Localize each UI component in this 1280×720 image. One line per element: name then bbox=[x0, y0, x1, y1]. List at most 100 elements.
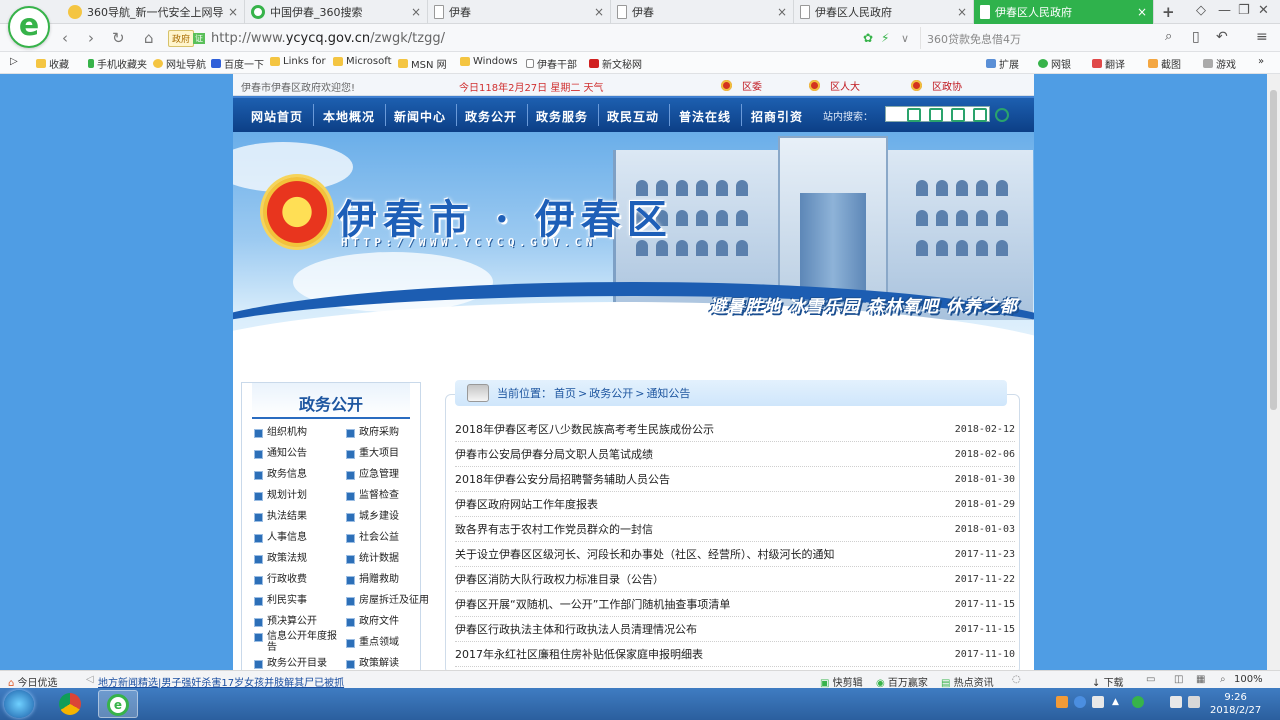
news-row[interactable]: 2018年伊春公安分局招聘警务辅助人员公告 2018-01-30 bbox=[455, 467, 1015, 492]
sidebar-item[interactable]: 监督检查 bbox=[346, 490, 399, 501]
sidebar-item[interactable]: 社会公益 bbox=[346, 532, 399, 543]
window-icon[interactable]: ▭ bbox=[1146, 674, 1155, 685]
menu-gov-affairs[interactable]: 政务公开 bbox=[465, 108, 517, 125]
bookmark-icon[interactable]: ▯ bbox=[1192, 29, 1200, 45]
million-winner[interactable]: ◉ 百万赢家 bbox=[876, 674, 928, 689]
layout-icon[interactable]: ▦ bbox=[1196, 674, 1205, 685]
tab-360-search[interactable]: 中国伊春_360搜索 × bbox=[245, 0, 428, 24]
sidebar-item[interactable]: 政务信息 bbox=[254, 469, 307, 480]
close-window-icon[interactable]: ✕ bbox=[1258, 3, 1269, 18]
sidebar-item[interactable]: 重大项目 bbox=[346, 448, 399, 459]
news-row[interactable]: 2017年永红社区廉租住房补贴低保家庭申报明细表 2017-11-10 bbox=[455, 642, 1015, 667]
browser-logo-icon[interactable]: e bbox=[8, 6, 50, 48]
tray-app-icon[interactable] bbox=[1056, 696, 1068, 708]
fav-extension[interactable]: 扩展 bbox=[986, 56, 1019, 71]
sidebar-item[interactable]: 预决算公开 bbox=[254, 616, 317, 627]
search-icon[interactable]: ⌕ bbox=[1165, 29, 1172, 44]
taskbar-chrome-icon[interactable] bbox=[50, 690, 90, 718]
tray-volume-icon[interactable] bbox=[1188, 696, 1200, 708]
forward-icon[interactable]: › bbox=[88, 29, 94, 47]
fav-microsoft[interactable]: Microsoft bbox=[333, 56, 392, 67]
reader-icon[interactable] bbox=[907, 108, 921, 122]
news-row[interactable]: 伊春市公安局伊春分局文职人员笔试成绩 2018-02-06 bbox=[455, 442, 1015, 467]
fav-bank[interactable]: 网银 bbox=[1038, 56, 1071, 71]
sidebar-item[interactable]: 政策解读 bbox=[346, 658, 399, 669]
menu-law[interactable]: 普法在线 bbox=[679, 108, 731, 125]
sidebar-item[interactable]: 政策法规 bbox=[254, 553, 307, 564]
more-icon[interactable]: » bbox=[1258, 56, 1264, 67]
tray-flag-icon[interactable] bbox=[1170, 696, 1182, 708]
collapse-icon[interactable]: ▷ bbox=[10, 56, 18, 67]
fav-translate[interactable]: 翻译 bbox=[1092, 56, 1125, 71]
news-row[interactable]: 伊春区开展“双随机、一公开”工作部门随机抽查事项清单 2017-11-15 bbox=[455, 592, 1015, 617]
fullscreen-icon[interactable] bbox=[929, 108, 943, 122]
save-icon[interactable] bbox=[951, 108, 965, 122]
skin-icon[interactable]: ◇ bbox=[1196, 3, 1206, 18]
tab-yichun-1[interactable]: 伊春 × bbox=[428, 0, 611, 24]
new-tab-button[interactable]: + bbox=[1162, 3, 1175, 21]
news-row[interactable]: 伊春区政府网站工作年度报表 2018-01-29 bbox=[455, 492, 1015, 517]
sidebar-item[interactable]: 通知公告 bbox=[254, 448, 307, 459]
breadcrumb-notices[interactable]: 通知公告 bbox=[646, 385, 690, 401]
download-button[interactable]: ↓ 下载 bbox=[1092, 674, 1124, 689]
news-row[interactable]: 关于设立伊春区区级河长、河段长和办事处（社区、经营所）、村级河长的通知 2017-… bbox=[455, 542, 1015, 567]
refresh-icon[interactable]: ↻ bbox=[112, 29, 125, 47]
minimize-icon[interactable]: — bbox=[1218, 3, 1231, 18]
sidebar-item[interactable]: 城乡建设 bbox=[346, 511, 399, 522]
sidebar-item[interactable]: 政务公开目录 bbox=[254, 658, 327, 669]
sidebar-item[interactable]: 利民实事 bbox=[254, 595, 307, 606]
settings-icon[interactable] bbox=[995, 108, 1009, 122]
dropdown-icon[interactable]: ∨ bbox=[901, 32, 909, 45]
home-icon[interactable]: ⌂ bbox=[144, 29, 154, 47]
back-icon[interactable]: ‹ bbox=[62, 29, 68, 47]
fav-wenmi[interactable]: 新文秘网 bbox=[589, 56, 642, 71]
news-row[interactable]: 伊春区消防大队行政权力标准目录（公告） 2017-11-22 bbox=[455, 567, 1015, 592]
news-row[interactable]: 伊春区行政执法主体和行政执法人员清理情况公布 2017-11-15 bbox=[455, 617, 1015, 642]
fav-baidu[interactable]: 百度一下 bbox=[211, 56, 264, 71]
speed-icon[interactable]: ⚡ bbox=[881, 31, 889, 45]
sidebar-item[interactable]: 政府采购 bbox=[346, 427, 399, 438]
close-icon[interactable]: × bbox=[1137, 5, 1147, 19]
zoom-level[interactable]: 100% bbox=[1234, 674, 1263, 685]
scrollbar-thumb[interactable] bbox=[1270, 90, 1277, 410]
taskbar-360-browser-icon[interactable]: e bbox=[98, 690, 138, 718]
security-icon[interactable]: ✿ bbox=[863, 31, 873, 45]
sound-icon[interactable]: ◌ bbox=[1012, 674, 1021, 685]
quick-edit[interactable]: ▣ 快剪辑 bbox=[820, 674, 863, 689]
party-committee-link[interactable]: 区委 bbox=[721, 78, 762, 93]
menu-overview[interactable]: 本地概况 bbox=[323, 108, 375, 125]
scrollbar[interactable] bbox=[1267, 74, 1280, 670]
fav-mobile[interactable]: 手机收藏夹 bbox=[88, 56, 147, 71]
menu-services[interactable]: 政务服务 bbox=[536, 108, 588, 125]
fav-screenshot[interactable]: 截图 bbox=[1148, 56, 1181, 71]
sidebar-item[interactable]: 信息公开年度报告 bbox=[254, 631, 340, 653]
fav-game[interactable]: 游戏 bbox=[1203, 56, 1236, 71]
sidebar-item[interactable]: 统计数据 bbox=[346, 553, 399, 564]
sidebar-item[interactable]: 捐赠救助 bbox=[346, 574, 399, 585]
sidebar-item[interactable]: 应急管理 bbox=[346, 469, 399, 480]
congress-link[interactable]: 区人大 bbox=[809, 78, 860, 93]
close-icon[interactable]: × bbox=[594, 5, 604, 19]
address-bar[interactable]: 政府证 http://www.ycycq.gov.cn/zwgk/tzgg/ ✿… bbox=[168, 27, 918, 49]
status-news-link[interactable]: 地方新闻精选|男子强奸杀害17岁女孩并肢解其尸已被抓 bbox=[98, 674, 344, 689]
close-icon[interactable]: × bbox=[411, 5, 421, 19]
news-row[interactable]: 致各界有志于农村工作党员群众的一封信 2018-01-03 bbox=[455, 517, 1015, 542]
breadcrumb-gov-affairs[interactable]: 政务公开 bbox=[589, 385, 633, 401]
today-picks[interactable]: ⌂ 今日优选 bbox=[8, 674, 58, 689]
sidebar-item[interactable]: 组织机构 bbox=[254, 427, 307, 438]
menu-icon[interactable]: ≡ bbox=[1256, 29, 1268, 45]
sidebar-item[interactable]: 行政收费 bbox=[254, 574, 307, 585]
tray-360-icon[interactable] bbox=[1132, 696, 1144, 708]
close-icon[interactable]: × bbox=[957, 5, 967, 19]
close-icon[interactable]: × bbox=[777, 5, 787, 19]
sidebar-item[interactable]: 规划计划 bbox=[254, 490, 307, 501]
breadcrumb-home[interactable]: 首页 bbox=[554, 385, 576, 401]
sidebar-item[interactable]: 房屋拆迁及征用 bbox=[346, 595, 429, 606]
menu-home[interactable]: 网站首页 bbox=[251, 108, 303, 125]
menu-investment[interactable]: 招商引资 bbox=[751, 108, 803, 125]
start-button-icon[interactable] bbox=[4, 690, 34, 718]
fav-msn[interactable]: MSN 网 bbox=[398, 56, 447, 71]
tab-yichun-2[interactable]: 伊春 × bbox=[611, 0, 794, 24]
tray-help-icon[interactable] bbox=[1074, 696, 1086, 708]
news-row[interactable]: 2018年伊春区考区八少数民族高考考生民族成份公示 2018-02-12 bbox=[455, 417, 1015, 442]
